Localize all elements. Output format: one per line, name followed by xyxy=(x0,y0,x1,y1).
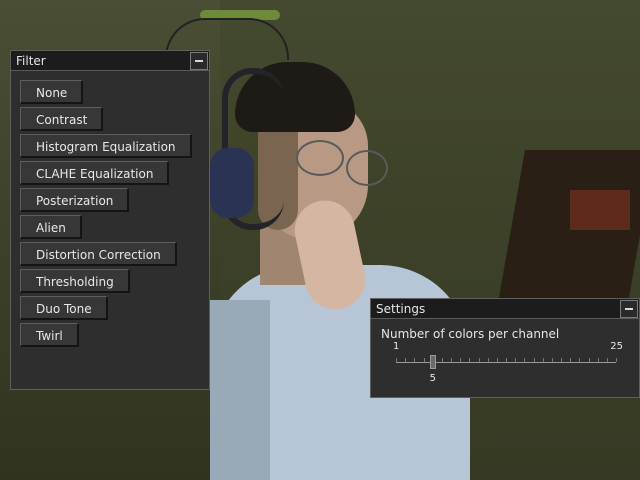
minimize-icon xyxy=(625,307,633,310)
slider-tick xyxy=(597,358,599,362)
slider-tick xyxy=(515,358,517,362)
slider-tick xyxy=(579,358,581,362)
glasses-right-lens xyxy=(346,150,388,186)
filter-distortion-correction-button[interactable]: Distortion Correction xyxy=(20,242,177,266)
glasses-left-lens xyxy=(296,140,344,176)
filter-window-title: Filter xyxy=(16,53,46,68)
slider-tick xyxy=(396,358,397,362)
filter-thresholding-button[interactable]: Thresholding xyxy=(20,269,130,293)
slider-tick xyxy=(405,358,407,362)
settings-window-titlebar[interactable]: Settings xyxy=(371,299,639,319)
filter-window: Filter None Contrast Histogram Equalizat… xyxy=(10,50,210,390)
slider-tick xyxy=(561,358,562,362)
colors-per-channel-label: Number of colors per channel xyxy=(381,327,560,341)
filter-minimize-button[interactable] xyxy=(190,51,208,70)
slider-value-label: 5 xyxy=(429,373,437,384)
filter-contrast-button[interactable]: Contrast xyxy=(20,107,104,131)
colors-slider-handle[interactable] xyxy=(429,355,436,369)
slider-tick xyxy=(570,358,572,362)
slider-tick xyxy=(616,358,617,362)
person-shirt-shadow xyxy=(210,300,270,480)
settings-minimize-button[interactable] xyxy=(620,299,638,318)
slider-tick xyxy=(542,358,544,362)
slider-min-label: 1 xyxy=(393,341,400,352)
slider-tick xyxy=(460,358,462,362)
headphone-earcup xyxy=(210,148,254,218)
filter-twirl-button[interactable]: Twirl xyxy=(20,323,79,347)
background-object xyxy=(570,190,630,230)
slider-max-label: 25 xyxy=(610,341,623,352)
filter-none-button[interactable]: None xyxy=(20,80,84,104)
slider-tick xyxy=(423,358,425,362)
slider-tick xyxy=(487,358,489,362)
minimize-icon xyxy=(195,59,203,62)
slider-tick xyxy=(506,358,507,362)
filter-clahe-equalization-button[interactable]: CLAHE Equalization xyxy=(20,161,170,185)
filter-button-list: None Contrast Histogram Equalization CLA… xyxy=(11,71,209,347)
slider-tick xyxy=(551,358,553,362)
slider-tick xyxy=(606,358,608,362)
slider-tick xyxy=(414,358,416,362)
slider-tick xyxy=(496,358,498,362)
filter-window-titlebar[interactable]: Filter xyxy=(11,51,209,71)
settings-window-title: Settings xyxy=(376,301,426,316)
slider-tick xyxy=(441,358,443,362)
slider-tick xyxy=(469,358,471,362)
slider-tick xyxy=(524,358,526,362)
settings-window: Settings Number of colors per channel 1 … xyxy=(370,298,640,398)
filter-histogram-equalization-button[interactable]: Histogram Equalization xyxy=(20,134,192,158)
slider-tick xyxy=(451,358,452,362)
slider-tick xyxy=(478,358,480,362)
filter-duo-tone-button[interactable]: Duo Tone xyxy=(20,296,108,320)
slider-tick xyxy=(588,358,590,362)
slider-tick xyxy=(533,358,535,362)
filter-posterization-button[interactable]: Posterization xyxy=(20,188,130,212)
filter-alien-button[interactable]: Alien xyxy=(20,215,82,239)
